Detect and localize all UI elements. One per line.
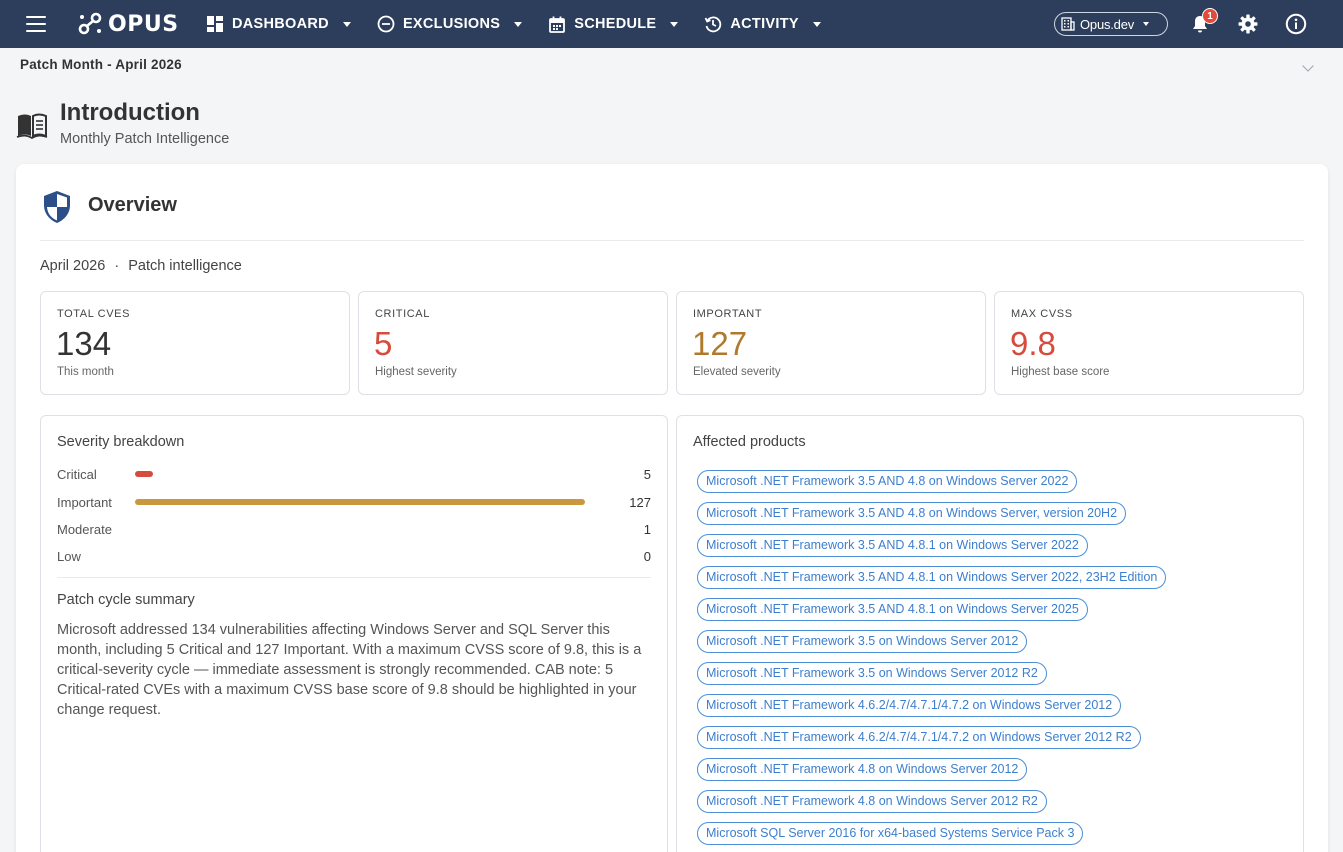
logo-text: OPUS — [108, 11, 179, 37]
product-chip[interactable]: Microsoft .NET Framework 3.5 AND 4.8.1 o… — [697, 534, 1088, 557]
product-chip[interactable]: Microsoft .NET Framework 4.8 on Windows … — [697, 758, 1028, 781]
chevron-down-icon[interactable] — [1302, 60, 1314, 72]
chevron-down-icon — [670, 21, 679, 27]
stat-label: CRITICAL — [375, 308, 430, 320]
stat-label: MAX CVSS — [1011, 308, 1073, 320]
nav-exclusions[interactable]: EXCLUSIONS — [377, 0, 523, 48]
nav-activity-label: ACTIVITY — [730, 16, 799, 32]
chevron-down-icon — [812, 21, 821, 27]
product-chip[interactable]: Microsoft .NET Framework 3.5 AND 4.8 on … — [697, 502, 1127, 525]
severity-bar-track — [135, 471, 597, 477]
stat-label: TOTAL CVES — [57, 308, 131, 320]
info-icon — [1285, 13, 1307, 35]
period-label: Patch intelligence — [128, 258, 242, 274]
product-chip[interactable]: Microsoft .NET Framework 3.5 AND 4.8 on … — [697, 470, 1078, 493]
severity-label: Critical — [57, 467, 97, 482]
notification-badge: 1 — [1202, 8, 1218, 24]
stat-card-max-cvss: MAX CVSS 9.8 Highest base score — [994, 291, 1304, 395]
section-title: Patch Month - April 2026 — [20, 57, 182, 72]
severity-count: 5 — [643, 467, 651, 482]
severity-count: 0 — [643, 549, 651, 564]
severity-bar-track — [135, 499, 597, 505]
product-chip[interactable]: Microsoft .NET Framework 3.5 AND 4.8.1 o… — [697, 598, 1088, 621]
minus-circle-icon — [377, 15, 395, 33]
chevron-down-icon — [514, 21, 523, 27]
summary-title: Patch cycle summary — [57, 592, 195, 608]
severity-label: Moderate — [57, 522, 112, 537]
severity-row-important: Important 127 — [57, 495, 651, 511]
severity-row-critical: Critical 5 — [57, 467, 651, 483]
nav-dashboard[interactable]: DASHBOARD — [206, 0, 351, 48]
stat-card-total-cves: TOTAL CVES 134 This month — [40, 291, 350, 395]
product-chip[interactable]: Microsoft .NET Framework 4.8 on Windows … — [697, 790, 1047, 813]
product-chip[interactable]: Microsoft .NET Framework 3.5 AND 4.8.1 o… — [697, 566, 1167, 589]
chevron-down-icon — [1143, 22, 1150, 26]
stat-value: 127 — [692, 325, 748, 362]
product-chip[interactable]: Microsoft .NET Framework 3.5 on Windows … — [697, 630, 1028, 653]
stat-card-important: IMPORTANT 127 Elevated severity — [676, 291, 986, 395]
stat-value: 134 — [56, 325, 112, 362]
divider — [57, 577, 651, 578]
divider — [40, 240, 1304, 241]
page-title: Introduction — [60, 99, 200, 126]
period-separator: · — [114, 258, 120, 274]
nav-exclusions-label: EXCLUSIONS — [402, 16, 501, 32]
severity-bar-track — [135, 526, 597, 532]
severity-row-low: Low 0 — [57, 549, 651, 565]
nav-activity[interactable]: ACTIVITY — [704, 0, 821, 48]
period-line: April 2026 · Patch intelligence — [40, 258, 242, 274]
severity-count: 1 — [643, 522, 651, 537]
tenant-label: Opus.dev — [1080, 16, 1135, 32]
shield-icon — [44, 191, 70, 223]
book-icon — [16, 113, 48, 140]
severity-bar — [135, 499, 585, 505]
severity-bar — [135, 471, 153, 477]
nav-dashboard-label: DASHBOARD — [232, 16, 329, 32]
chevron-down-icon — [342, 21, 351, 27]
history-icon — [704, 15, 722, 33]
stat-subtext: Elevated severity — [693, 366, 781, 378]
period-month: April 2026 — [40, 258, 106, 274]
settings-button[interactable] — [1236, 12, 1260, 36]
products-list: Microsoft .NET Framework 3.5 AND 4.8 on … — [697, 470, 1287, 852]
stat-subtext: Highest base score — [1011, 366, 1110, 378]
grid-icon — [206, 15, 224, 33]
product-chip[interactable]: Microsoft .NET Framework 4.6.2/4.7/4.7.1… — [697, 694, 1122, 717]
stat-subtext: This month — [57, 366, 114, 378]
stat-value: 5 — [374, 325, 393, 362]
stat-card-critical: CRITICAL 5 Highest severity — [358, 291, 668, 395]
severity-bar-track — [135, 553, 597, 559]
stat-subtext: Highest severity — [375, 366, 457, 378]
opus-logo-mark-icon — [78, 12, 102, 35]
hamburger-menu-icon[interactable] — [26, 16, 46, 32]
product-chip[interactable]: Microsoft .NET Framework 3.5 on Windows … — [697, 662, 1047, 685]
calendar-icon — [548, 15, 566, 33]
stat-label: IMPORTANT — [693, 308, 763, 320]
tenant-selector[interactable]: Opus.dev — [1054, 12, 1168, 36]
severity-label: Important — [57, 495, 112, 510]
overview-title: Overview — [88, 194, 177, 216]
top-navbar: OPUS DASHBOARD EXCLUSIONS SCHEDULE ACTIV… — [0, 0, 1343, 48]
gear-icon — [1238, 14, 1258, 34]
page-subtitle: Monthly Patch Intelligence — [60, 131, 230, 147]
info-button[interactable] — [1284, 12, 1308, 36]
severity-count: 127 — [629, 495, 651, 510]
summary-text: Microsoft addressed 134 vulnerabilities … — [57, 622, 642, 718]
section-header[interactable]: Patch Month - April 2026 — [0, 48, 1343, 84]
opus-logo[interactable]: OPUS — [78, 9, 179, 39]
building-icon — [1061, 17, 1075, 31]
severity-label: Low — [57, 549, 81, 564]
product-chip[interactable]: Microsoft SQL Server 2016 for x64-based … — [697, 822, 1084, 845]
main-nav: DASHBOARD EXCLUSIONS SCHEDULE ACTIVITY — [206, 0, 847, 48]
nav-schedule-label: SCHEDULE — [574, 16, 657, 32]
nav-schedule[interactable]: SCHEDULE — [548, 0, 679, 48]
products-title: Affected products — [693, 434, 806, 450]
product-chip[interactable]: Microsoft .NET Framework 4.6.2/4.7/4.7.1… — [697, 726, 1141, 749]
stat-value: 9.8 — [1010, 325, 1056, 362]
severity-title: Severity breakdown — [57, 434, 185, 450]
severity-row-moderate: Moderate 1 — [57, 522, 651, 538]
